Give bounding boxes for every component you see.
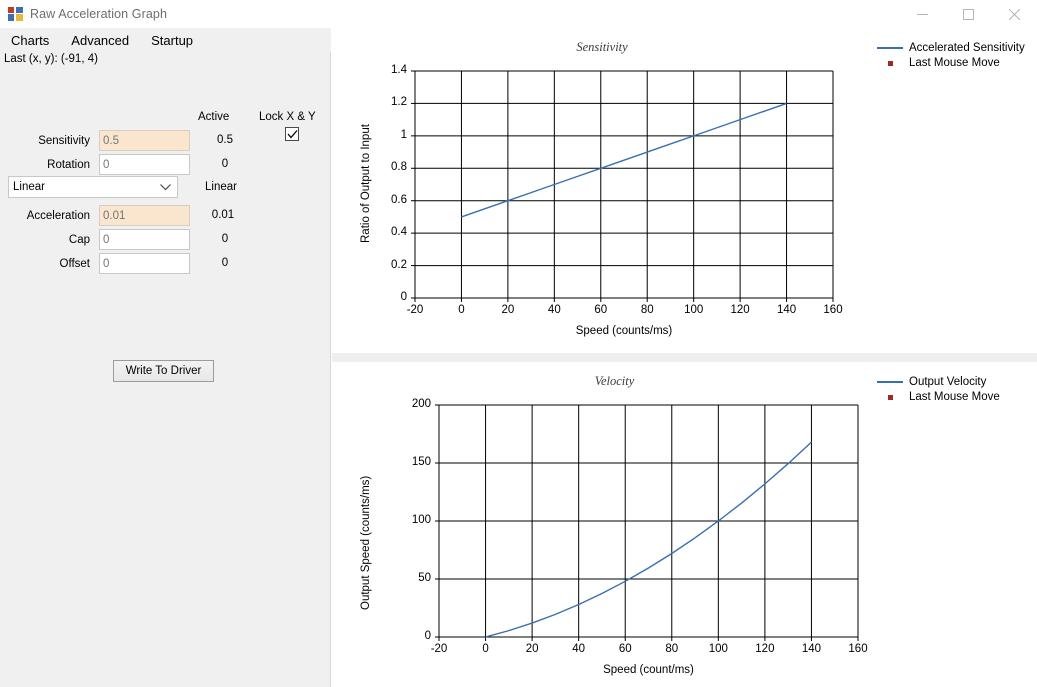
cap-active-value: 0 [221, 233, 229, 245]
legend-item-last-mouse-move: Last Mouse Move [877, 389, 1000, 404]
y-axis-tick-label: 1.4 [391, 64, 407, 76]
x-axis-tick-label: -20 [430, 643, 448, 655]
cap-label: Cap [68, 234, 90, 246]
chevron-down-icon [160, 184, 171, 191]
y-axis-tick-label: 150 [411, 456, 431, 468]
velocity-chart-title: Velocity [594, 374, 635, 388]
lock-column-header: Lock X & Y [259, 111, 316, 123]
y-axis-tick-label: 200 [411, 398, 431, 410]
acceleration-label: Acceleration [26, 210, 90, 222]
x-axis-label: Speed (count/ms) [603, 664, 694, 676]
sensitivity-active-value: 0.5 [217, 134, 233, 146]
offset-input[interactable] [99, 253, 190, 274]
x-axis-tick-label: 0 [458, 304, 465, 316]
x-axis-tick-label: 160 [848, 643, 868, 655]
rotation-active-value: 0 [221, 158, 229, 170]
x-axis-tick-label: 60 [618, 643, 632, 655]
menu-item-advanced[interactable]: Advanced [60, 30, 140, 51]
menu-item-charts[interactable]: Charts [0, 30, 60, 51]
menu-bar: Charts Advanced Startup [0, 28, 331, 52]
window-title: Raw Acceleration Graph [30, 7, 167, 21]
legend-item-accelerated-sensitivity: Accelerated Sensitivity [877, 40, 1025, 55]
x-axis-tick-label: 120 [730, 304, 750, 316]
title-bar: Raw Acceleration Graph [0, 0, 1037, 28]
offset-label: Offset [59, 258, 90, 270]
velocity-plot [435, 404, 859, 641]
velocity-chart-legend: Output Velocity Last Mouse Move [877, 374, 1000, 404]
x-axis-tick-label: 100 [708, 643, 728, 655]
checkmark-icon [287, 130, 298, 139]
y-axis-label: Output Speed (counts/ms) [360, 475, 372, 610]
application-window: Raw Acceleration Graph Charts Advanced S… [0, 0, 1037, 687]
y-axis-label: Ratio of Output to Input [360, 124, 372, 243]
x-axis-tick-label: 40 [547, 304, 561, 316]
x-axis-tick-label: 80 [640, 304, 654, 316]
x-axis-label: Speed (counts/ms) [575, 325, 673, 337]
maximize-icon [962, 8, 974, 20]
x-axis-tick-label: 120 [755, 643, 775, 655]
x-axis-tick-label: 160 [823, 304, 843, 316]
panel-splitter[interactable] [332, 353, 1037, 362]
acceleration-input[interactable] [99, 205, 190, 226]
legend-line-icon [877, 380, 903, 383]
y-axis-tick-label: 0.2 [391, 258, 407, 271]
legend-square-icon [877, 391, 903, 403]
legend-label: Last Mouse Move [909, 390, 1000, 403]
minimize-button[interactable] [899, 0, 945, 28]
acceleration-mode-value: Linear [13, 181, 45, 193]
x-axis-tick-label: 0 [482, 643, 489, 655]
write-to-driver-button[interactable]: Write To Driver [113, 360, 214, 382]
sensitivity-label: Sensitivity [38, 135, 90, 147]
settings-panel: Last (x, y): (-91, 4) Active Lock X & Y … [0, 52, 331, 687]
sensitivity-chart-legend: Accelerated Sensitivity Last Mouse Move [877, 40, 1025, 70]
y-axis-tick-label: 1.2 [391, 96, 407, 109]
acceleration-mode-active-value: Linear [205, 181, 237, 193]
cap-input[interactable] [99, 229, 190, 250]
x-axis-tick-label: 140 [801, 643, 822, 655]
maximize-button[interactable] [945, 0, 991, 28]
y-axis-tick-label: 100 [411, 514, 431, 526]
acceleration-mode-select[interactable]: Linear [8, 176, 178, 198]
y-axis-tick-label: 0 [400, 291, 407, 303]
legend-line-icon [877, 46, 903, 49]
x-axis-tick-label: 140 [776, 304, 797, 316]
x-axis-tick-label: 100 [684, 304, 704, 316]
lock-xy-checkbox[interactable] [285, 127, 299, 141]
x-axis-tick-label: 20 [501, 304, 515, 316]
window-controls [899, 0, 1037, 28]
legend-label: Output Velocity [909, 375, 987, 388]
legend-item-last-mouse-move: Last Mouse Move [877, 55, 1025, 70]
sensitivity-chart-panel: Sensitivity Accelerated Sensitivity Last… [332, 28, 1037, 353]
x-axis-tick-label: 20 [525, 643, 539, 655]
close-icon [1008, 8, 1020, 20]
acceleration-active-value: 0.01 [211, 209, 235, 221]
x-axis-tick-label: 60 [594, 304, 608, 316]
velocity-chart-panel: Velocity Output Velocity Last Mouse Move… [332, 362, 1037, 687]
legend-label: Last Mouse Move [909, 56, 1000, 69]
x-axis-tick-label: -20 [406, 304, 424, 316]
y-axis-tick-label: 50 [418, 572, 431, 584]
rotation-input[interactable] [99, 154, 190, 175]
y-axis-tick-label: 0 [424, 630, 431, 642]
legend-square-icon [877, 57, 903, 69]
x-axis-tick-label: 80 [665, 643, 679, 655]
x-axis-tick-label: 40 [572, 643, 586, 655]
rotation-label: Rotation [47, 159, 90, 171]
sensitivity-input[interactable] [99, 130, 190, 151]
legend-item-output-velocity: Output Velocity [877, 374, 1000, 389]
menu-item-startup[interactable]: Startup [140, 30, 204, 51]
offset-active-value: 0 [221, 257, 229, 269]
app-icon [8, 6, 24, 22]
legend-label: Accelerated Sensitivity [909, 41, 1025, 54]
active-column-header: Active [198, 111, 230, 123]
close-button[interactable] [991, 0, 1037, 28]
minimize-icon [916, 13, 928, 15]
last-position-label: Last (x, y): (-91, 4) [4, 53, 98, 65]
sensitivity-chart-title: Sensitivity [576, 40, 628, 54]
